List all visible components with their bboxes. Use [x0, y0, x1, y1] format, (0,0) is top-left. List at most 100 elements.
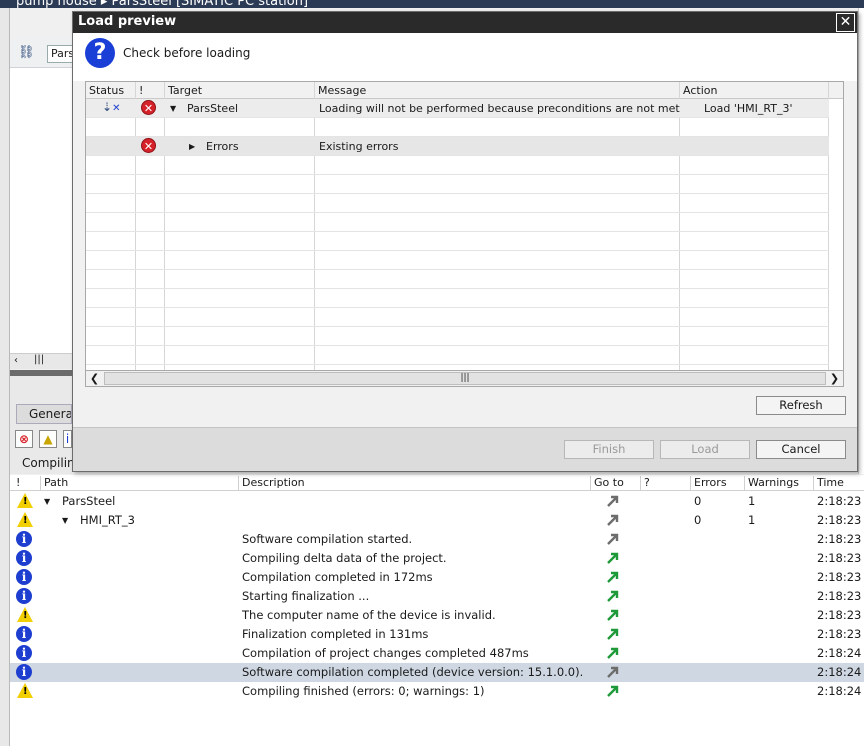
message-time: 2:18:23	[817, 494, 862, 508]
grid-row-empty	[86, 327, 829, 346]
scroll-right-icon[interactable]: ❯	[826, 371, 843, 386]
errors-message: Existing errors	[319, 140, 399, 153]
goto-icon[interactable]	[606, 570, 620, 584]
header-warnings[interactable]: Warnings	[744, 476, 813, 490]
message-description: The computer name of the device is inval…	[242, 608, 496, 622]
network-icon[interactable]: ⛓	[18, 45, 35, 60]
scroll-grip-icon[interactable]: |||	[34, 354, 44, 365]
message-time: 2:18:23	[817, 513, 862, 527]
expand-icon[interactable]: ▼	[170, 104, 176, 113]
message-description: Compilation of project changes completed…	[242, 646, 529, 660]
expand-icon[interactable]: ▼	[44, 497, 50, 506]
scroll-left-icon[interactable]: ❮	[86, 371, 103, 386]
message-row[interactable]: i Compiling delta data of the project. 2:1…	[10, 549, 864, 568]
message-row[interactable]: ▼ HMI_RT_3 0 1 2:18:23	[10, 511, 864, 530]
goto-icon[interactable]	[606, 646, 620, 660]
message-row[interactable]: i Starting finalization ... 2:18:23	[10, 587, 864, 606]
info-glyph: i	[16, 569, 32, 585]
info-icon: i	[16, 531, 33, 548]
info-glyph: i	[16, 588, 32, 604]
header-time[interactable]: Time	[813, 476, 864, 490]
info-glyph: i	[16, 531, 32, 547]
message-warnings: 1	[748, 494, 756, 508]
panel-scrollbar[interactable]: ‹ |||	[10, 353, 72, 369]
goto-icon[interactable]	[606, 589, 620, 603]
scroll-thumb[interactable]: |||	[104, 372, 826, 385]
messages-list: ! Path Description Go to ? Errors Warnin…	[10, 475, 864, 746]
message-description: Software compilation started.	[242, 532, 413, 546]
info-glyph: i	[16, 550, 32, 566]
expand-icon[interactable]: ▼	[62, 516, 68, 525]
info-icon: i	[16, 626, 33, 643]
col-action[interactable]: Action	[680, 84, 717, 97]
message-row[interactable]: i Software compilation completed (device …	[10, 663, 864, 682]
action-select[interactable]: Load 'HMI_RT_3'	[704, 102, 793, 115]
info-icon: i	[16, 550, 33, 567]
grid-row-empty	[86, 308, 829, 327]
load-status-icon: ⇣✕	[102, 100, 121, 114]
dialog-heading: Check before loading	[123, 46, 251, 60]
grid-row-target[interactable]: ⇣✕ ✕ ▼ ParsSteel Loading will not be per…	[86, 99, 829, 118]
grid-hscrollbar[interactable]: ❮ ||| ❯	[85, 370, 844, 387]
compiling-tab[interactable]: Compilin	[22, 456, 72, 470]
goto-icon[interactable]	[606, 684, 620, 698]
expand-icon[interactable]: ▶	[189, 142, 195, 151]
goto-icon[interactable]	[606, 627, 620, 641]
grid-row-empty	[86, 175, 829, 194]
errors-label: Errors	[206, 140, 239, 153]
warning-icon	[16, 493, 33, 510]
filter-warnings-icon[interactable]: ▲	[39, 430, 57, 448]
grid-row-empty	[86, 213, 829, 232]
goto-icon[interactable]	[606, 551, 620, 565]
message-row[interactable]: i Software compilation started. 2:18:23	[10, 530, 864, 549]
search-input[interactable]: Pars	[47, 45, 73, 63]
filter-errors-icon[interactable]: ⊗	[15, 430, 33, 448]
finish-button[interactable]: Finish	[564, 440, 654, 459]
col-excl[interactable]: !	[136, 84, 143, 97]
close-icon[interactable]: ✕	[836, 13, 855, 32]
header-goto[interactable]: Go to	[590, 476, 640, 490]
load-button[interactable]: Load	[660, 440, 750, 459]
col-target[interactable]: Target	[165, 84, 202, 97]
header-description[interactable]: Description	[238, 476, 590, 490]
header-excl[interactable]: !	[13, 476, 20, 490]
message-description: Compiling delta data of the project.	[242, 551, 447, 565]
message-time: 2:18:23	[817, 608, 862, 622]
message-warnings: 1	[748, 513, 756, 527]
warning-glyph	[17, 683, 33, 698]
goto-icon[interactable]	[606, 532, 620, 546]
message-time: 2:18:23	[817, 570, 862, 584]
grid-header: Status ! Target Message Action	[86, 82, 843, 99]
refresh-button[interactable]: Refresh	[756, 396, 846, 415]
grid-row-empty	[86, 232, 829, 251]
message-row[interactable]: i Compilation of project changes complete…	[10, 644, 864, 663]
filter-info-icon[interactable]: i	[63, 430, 72, 448]
goto-icon[interactable]	[606, 665, 620, 679]
cancel-button[interactable]: Cancel	[756, 440, 846, 459]
load-preview-dialog: Load preview ✕ ? Check before loading St…	[72, 11, 858, 472]
message-time: 2:18:23	[817, 551, 862, 565]
grid-row-errors[interactable]: ✕ ▶ Errors Existing errors	[86, 137, 829, 156]
message-row[interactable]: i Finalization completed in 131ms 2:18:23	[10, 625, 864, 644]
grid-row-empty	[86, 156, 829, 175]
header-help[interactable]: ?	[640, 476, 690, 490]
header-path[interactable]: Path	[40, 476, 238, 490]
message-row[interactable]: i Compilation completed in 172ms 2:18:23	[10, 568, 864, 587]
tab-general[interactable]: Genera	[16, 404, 72, 424]
header-errors[interactable]: Errors	[690, 476, 744, 490]
message-row[interactable]: Compiling finished (errors: 0; warnings:…	[10, 682, 864, 701]
error-icon: ✕	[141, 100, 156, 115]
scroll-left-icon[interactable]: ‹	[14, 355, 18, 366]
messages-header: ! Path Description Go to ? Errors Warnin…	[10, 475, 864, 491]
message-row[interactable]: The computer name of the device is inval…	[10, 606, 864, 625]
message-row[interactable]: ▼ ParsSteel 0 1 2:18:23	[10, 492, 864, 511]
info-icon: i	[16, 588, 33, 605]
col-status[interactable]: Status	[86, 84, 124, 97]
grid-row-empty	[86, 270, 829, 289]
goto-icon[interactable]	[606, 513, 620, 527]
message-time: 2:18:23	[817, 532, 862, 546]
col-message[interactable]: Message	[315, 84, 366, 97]
goto-icon[interactable]	[606, 494, 620, 508]
goto-icon[interactable]	[606, 608, 620, 622]
warning-icon	[16, 607, 33, 624]
